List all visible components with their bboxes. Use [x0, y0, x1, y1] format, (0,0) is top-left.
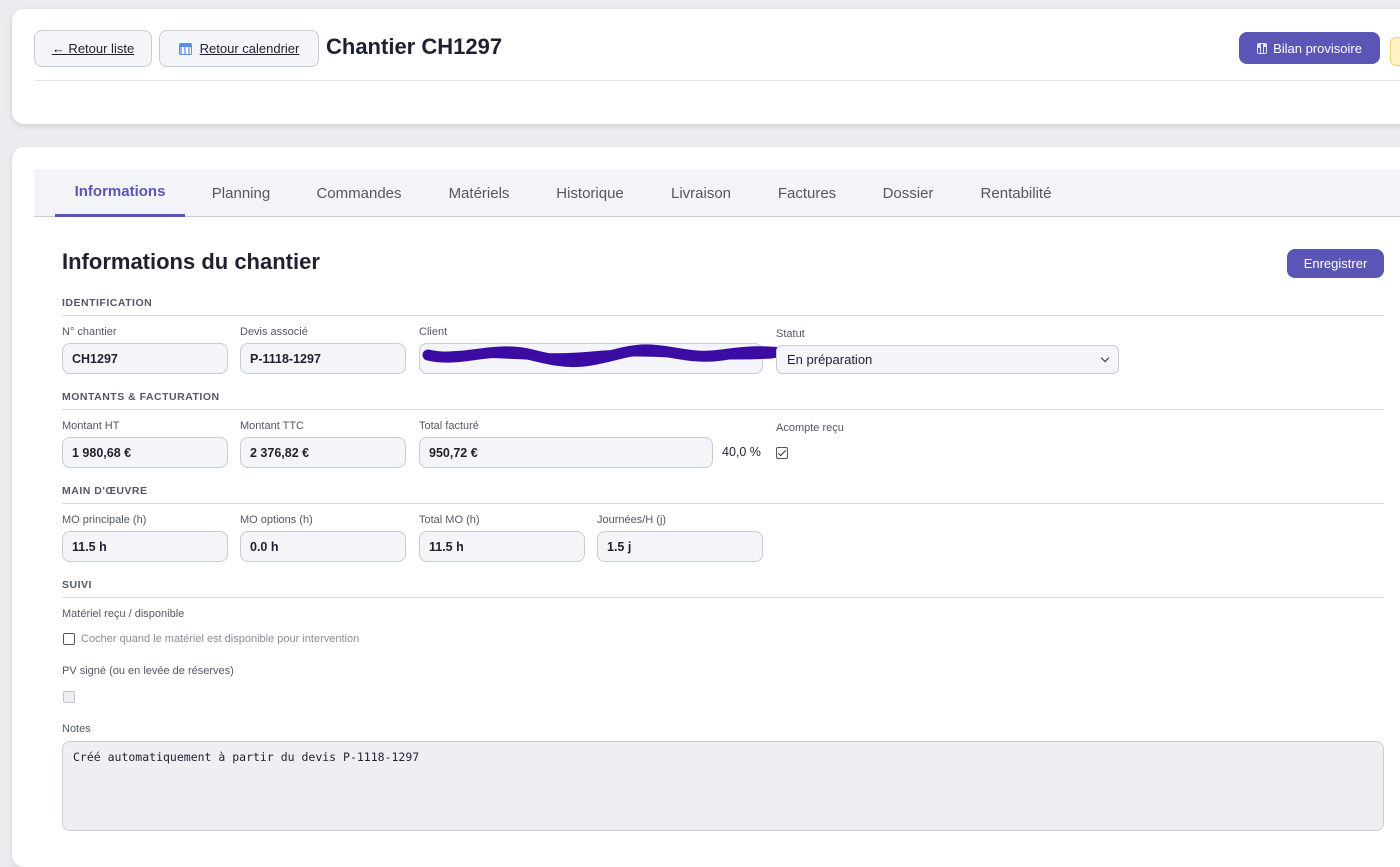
- divider: [62, 315, 1384, 316]
- notes-label: Notes: [62, 723, 91, 735]
- calendar-icon: [178, 42, 192, 55]
- identification-heading: IDENTIFICATION: [62, 297, 153, 309]
- facture-percentage: 40,0 %: [722, 445, 761, 459]
- tab-informations[interactable]: Informations: [55, 169, 185, 217]
- tab-commandes[interactable]: Commandes: [307, 169, 411, 217]
- divider: [62, 409, 1384, 410]
- tab-dossier[interactable]: Dossier: [872, 169, 944, 217]
- bilan-provisoire-label: Bilan provisoire: [1273, 40, 1362, 56]
- back-to-list-button[interactable]: ← Retour liste: [34, 30, 152, 67]
- tab-materiels[interactable]: Matériels: [436, 169, 522, 217]
- divider: [62, 597, 1384, 598]
- journees-field[interactable]: 1.5 j: [597, 531, 763, 562]
- main-oeuvre-heading: MAIN D'ŒUVRE: [62, 485, 148, 497]
- tab-rentabilite[interactable]: Rentabilité: [971, 169, 1061, 217]
- main-card: Informations Planning Commandes Matériel…: [12, 147, 1400, 867]
- montant-ttc-label: Montant TTC: [240, 420, 304, 432]
- devis-field[interactable]: P-1118-1297: [240, 343, 406, 374]
- bar-chart-icon: [1257, 42, 1268, 54]
- montants-heading: MONTANTS & FACTURATION: [62, 391, 220, 403]
- statut-select[interactable]: En préparation: [776, 345, 1119, 374]
- divider: [62, 503, 1384, 504]
- mo-principale-label: MO principale (h): [62, 514, 147, 526]
- page-title: Chantier CH1297: [326, 34, 503, 59]
- materiel-label: Matériel reçu / disponible: [62, 608, 185, 620]
- pv-checkbox: [63, 691, 75, 703]
- chantier-number-field[interactable]: CH1297: [62, 343, 228, 374]
- bilan-provisoire-button[interactable]: Bilan provisoire: [1239, 32, 1380, 64]
- suivi-heading: SUIVI: [62, 579, 92, 591]
- montant-ht-label: Montant HT: [62, 420, 120, 432]
- montant-ht-field[interactable]: 1 980,68 €: [62, 437, 228, 468]
- divider: [34, 80, 1400, 81]
- tab-historique[interactable]: Historique: [546, 169, 634, 217]
- chantier-number-label: N° chantier: [62, 326, 117, 338]
- mo-options-label: MO options (h): [240, 514, 313, 526]
- tab-factures[interactable]: Factures: [767, 169, 847, 217]
- total-mo-field[interactable]: 11.5 h: [419, 531, 585, 562]
- mo-principale-field[interactable]: 11.5 h: [62, 531, 228, 562]
- save-button[interactable]: Enregistrer: [1287, 249, 1384, 278]
- materiel-checkbox[interactable]: [63, 633, 75, 645]
- header-card: ← Retour liste Retour calendrier Chantie…: [12, 9, 1400, 124]
- statut-value: En préparation: [787, 352, 873, 367]
- devis-label: Devis associé: [240, 326, 308, 338]
- montant-ttc-field[interactable]: 2 376,82 €: [240, 437, 406, 468]
- back-to-list-label: ← Retour liste: [51, 41, 135, 56]
- back-to-calendar-button[interactable]: Retour calendrier: [159, 30, 319, 67]
- tab-livraison[interactable]: Livraison: [660, 169, 742, 217]
- notes-textarea[interactable]: Créé automatiquement à partir du devis P…: [62, 741, 1384, 831]
- warning-button[interactable]: [1390, 37, 1400, 66]
- journees-label: Journées/H (j): [597, 514, 667, 526]
- back-to-calendar-label: Retour calendrier: [199, 41, 300, 56]
- tab-bar: Informations Planning Commandes Matériel…: [34, 169, 1400, 217]
- client-label: Client: [419, 326, 448, 338]
- acompte-checkbox[interactable]: [776, 447, 788, 459]
- total-facture-label: Total facturé: [419, 420, 479, 432]
- total-facture-field[interactable]: 950,72 €: [419, 437, 713, 468]
- acompte-label: Acompte reçu: [776, 422, 844, 434]
- total-mo-label: Total MO (h): [419, 514, 480, 526]
- statut-label: Statut: [776, 328, 805, 340]
- pv-label: PV signé (ou en levée de réserves): [62, 665, 234, 677]
- chevron-down-icon: [1100, 353, 1110, 362]
- form-title: Informations du chantier: [62, 249, 320, 274]
- client-field[interactable]: [419, 343, 763, 374]
- materiel-hint: Cocher quand le matériel est disponible …: [81, 633, 360, 645]
- tab-planning[interactable]: Planning: [199, 169, 283, 217]
- mo-options-field[interactable]: 0.0 h: [240, 531, 406, 562]
